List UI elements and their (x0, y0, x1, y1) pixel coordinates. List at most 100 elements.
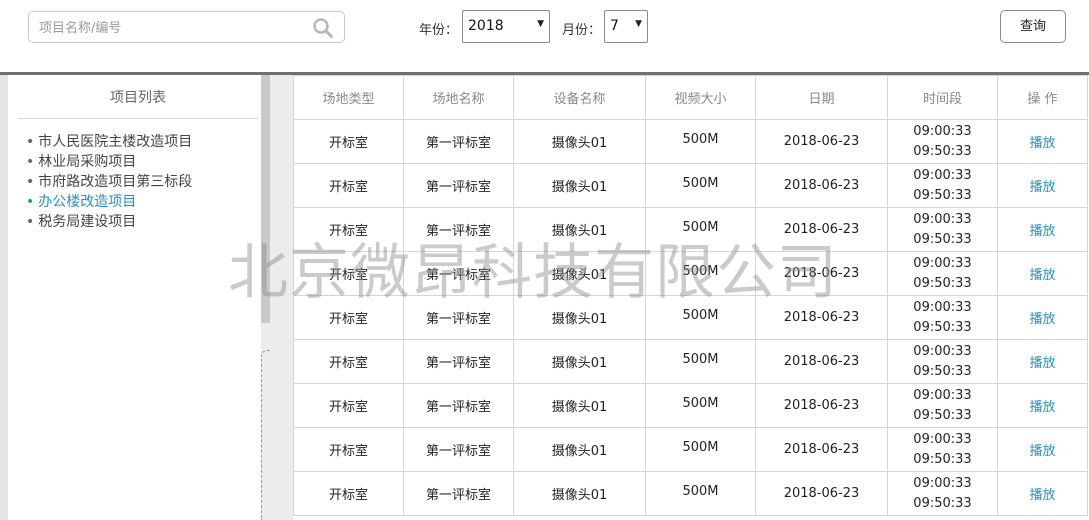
venue-type-cell: 开标室 (293, 163, 404, 208)
project-item[interactable]: • 林业局采购项目 (26, 152, 192, 172)
sidebar-scrollbar[interactable] (261, 75, 270, 323)
year-select[interactable]: 2018 ▼ (462, 10, 550, 43)
play-link[interactable]: 播放 (1029, 400, 1055, 415)
venue-type-cell: 开标室 (293, 251, 404, 296)
end-time: 09:50:33 (913, 275, 972, 291)
project-item-label: 林业局采购项目 (38, 154, 137, 170)
play-link[interactable]: 播放 (1029, 224, 1055, 239)
end-time: 09:50:33 (913, 187, 972, 203)
triangle-down-icon: ▼ (537, 19, 544, 29)
table-row: 开标室 第一评标室 摄像头01 500M 2018-06-23 09:00:33 09:50… (293, 295, 1088, 340)
table-row: 开标室 第一评标室 摄像头01 500M 2018-06-23 09:00:33 09:50… (293, 427, 1088, 472)
video-table-container: 场地类型 场地名称 设备名称 视频大小 日期 时间段 操 作 开标室 第一评标室摄… (293, 75, 1089, 520)
device-cell: 摄像头01 (513, 295, 646, 340)
play-link[interactable]: 播放 (1029, 180, 1055, 195)
project-item-label: 市府路改造项目第三标段 (38, 174, 193, 190)
query-button[interactable]: 查询 (1000, 10, 1066, 43)
start-time: 09:00:33 (913, 167, 972, 183)
action-cell: 播放 (997, 339, 1088, 384)
end-time: 09:50:33 (913, 451, 972, 467)
video-size-cell: 500M (645, 339, 756, 384)
video-size-cell: 500M (645, 427, 756, 472)
column-header: 设备名称 (513, 75, 646, 120)
project-item[interactable]: • 市府路改造项目第三标段 (26, 172, 192, 192)
play-link[interactable]: 播放 (1029, 268, 1055, 283)
project-item-label: 市人民医院主楼改造项目 (38, 134, 193, 150)
date-cell: 2018-06-23 (755, 207, 888, 252)
action-cell: 播放 (997, 427, 1088, 472)
action-cell: 播放 (997, 471, 1088, 516)
play-link[interactable]: 播放 (1029, 136, 1055, 151)
year-label: 年份： (419, 23, 459, 38)
table-row: 开标室 第一评标室 摄像头01 500M 2018-06-23 09:00:33 09:50… (293, 383, 1088, 428)
date-cell: 2018-06-23 (755, 251, 888, 296)
column-header: 日期 (755, 75, 888, 120)
left-edge (0, 75, 8, 520)
project-item-label: 税务局建设项目 (38, 214, 137, 230)
time-range-cell: 09:00:33 09:50:33 (887, 163, 998, 208)
end-time: 09:50:33 (913, 363, 972, 379)
venue-type-cell: 开标室 (293, 207, 404, 252)
time-range-cell: 09:00:33 09:50:33 (887, 339, 998, 384)
month-select-value: 7 (610, 18, 619, 34)
month-select[interactable]: 7 ▼ (604, 10, 648, 43)
venue-type-cell: 开标室 (293, 427, 404, 472)
video-size-cell: 500M (645, 471, 756, 516)
venue-name-cell: 第一评标室 (403, 295, 514, 340)
end-time: 09:50:33 (913, 495, 972, 511)
venue-type-cell: 开标室 (293, 295, 404, 340)
year-select-value: 2018 (468, 18, 504, 34)
start-time: 09:00:33 (913, 431, 972, 447)
venue-name-cell: 第一评标室 (403, 251, 514, 296)
bullet-icon: • (26, 134, 35, 150)
end-time: 09:50:33 (913, 319, 972, 335)
triangle-down-icon: ▼ (635, 19, 642, 29)
device-cell: 摄像头01 (513, 383, 646, 428)
search-input[interactable] (39, 18, 309, 38)
venue-type-cell: 开标室 (293, 339, 404, 384)
column-header: 时间段 (887, 75, 998, 120)
play-link[interactable]: 播放 (1029, 312, 1055, 327)
device-cell: 摄像头01 (513, 163, 646, 208)
start-time: 09:00:33 (913, 211, 972, 227)
column-header: 场地类型 (293, 75, 404, 120)
start-time: 09:00:33 (913, 299, 972, 315)
play-link[interactable]: 播放 (1029, 356, 1055, 371)
start-time: 09:00:33 (913, 255, 972, 271)
start-time: 09:00:33 (913, 475, 972, 491)
project-item[interactable]: • 税务局建设项目 (26, 212, 192, 232)
play-link[interactable]: 播放 (1029, 444, 1055, 459)
project-item-active[interactable]: • 办公楼改造项目 (26, 192, 192, 212)
start-time: 09:00:33 (913, 343, 972, 359)
table-row: 开标室 第一评标室 摄像头01 500M 2018-06-23 09:00:33 09:50… (293, 471, 1088, 516)
table-row: 开标室 第一评标室 摄像头01 500M 2018-06-23 09:00:33 09:50… (293, 207, 1088, 252)
column-header: 场地名称 (403, 75, 514, 120)
time-range-cell: 09:00:33 09:50:33 (887, 119, 998, 164)
bullet-icon: • (26, 214, 35, 230)
time-range-cell: 09:00:33 09:50:33 (887, 427, 998, 472)
bullet-icon: • (26, 174, 35, 190)
date-cell: 2018-06-23 (755, 163, 888, 208)
table-header-row: 场地类型 场地名称 设备名称 视频大小 日期 时间段 操 作 (293, 75, 1088, 120)
video-size-cell: 500M (645, 251, 756, 296)
project-item-label: 办公楼改造项目 (38, 194, 137, 210)
date-cell: 2018-06-23 (755, 383, 888, 428)
search-box[interactable] (28, 11, 345, 43)
bullet-icon: • (26, 154, 35, 170)
end-time: 09:50:33 (913, 407, 972, 423)
search-icon[interactable] (312, 17, 334, 39)
table-row: 开标室 第一评标室 摄像头01 500M 2018-06-23 09:00:33 09:50… (293, 251, 1088, 296)
venue-type-cell: 开标室 (293, 471, 404, 516)
device-cell: 摄像头01 (513, 339, 646, 384)
time-range-cell: 09:00:33 09:50:33 (887, 251, 998, 296)
top-toolbar: 年份： 2018 ▼ 月份： 7 ▼ 查询 (0, 0, 1089, 72)
time-range-cell: 09:00:33 09:50:33 (887, 383, 998, 428)
end-time: 09:50:33 (913, 231, 972, 247)
device-cell: 摄像头01 (513, 427, 646, 472)
venue-type-cell: 开标室 (293, 383, 404, 428)
table-row: 开标室 第一评标室 摄像头01 500M 2018-06-23 09:00:33 09:50… (293, 339, 1088, 384)
date-cell: 2018-06-23 (755, 427, 888, 472)
action-cell: 播放 (997, 163, 1088, 208)
project-item[interactable]: • 市人民医院主楼改造项目 (26, 132, 192, 152)
play-link[interactable]: 播放 (1029, 488, 1055, 503)
